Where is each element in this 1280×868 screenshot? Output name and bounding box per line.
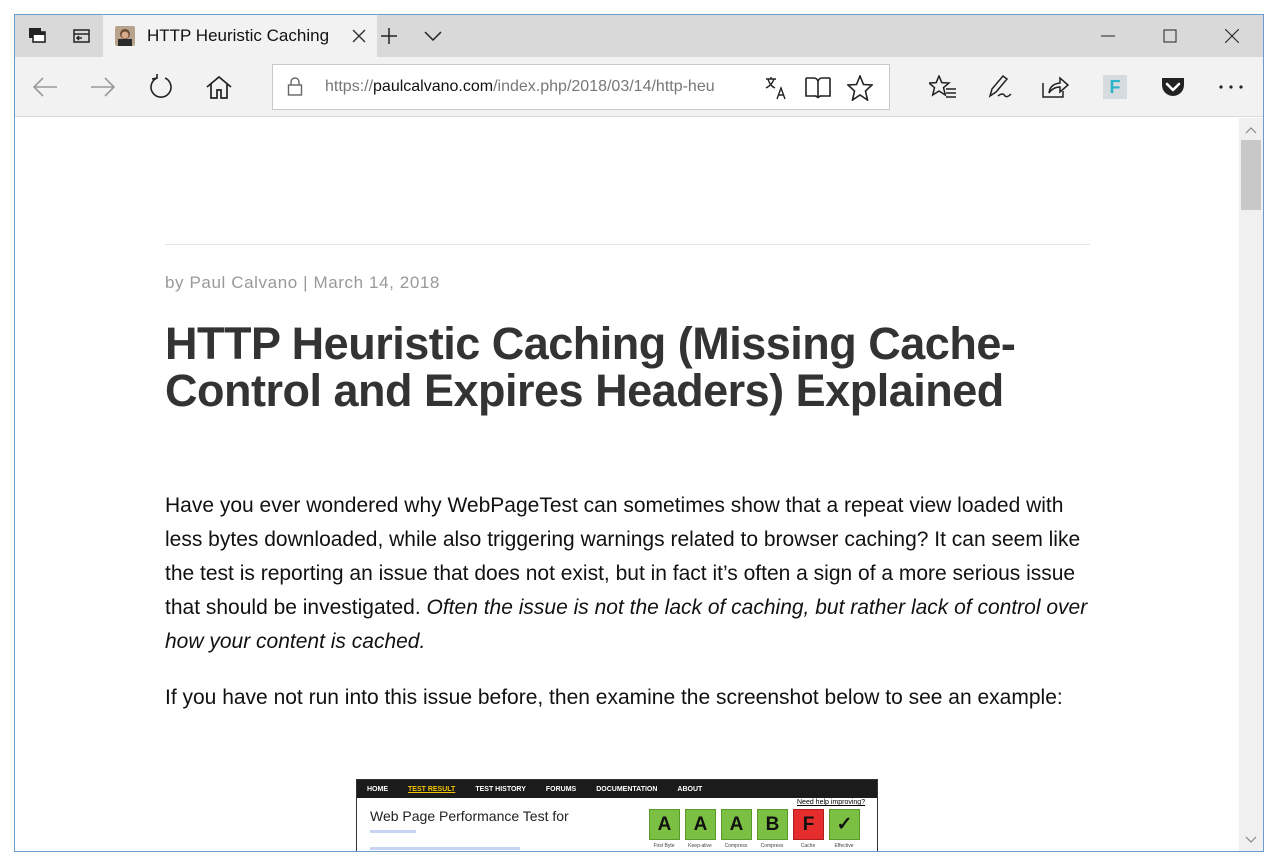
plus-icon [381, 28, 397, 44]
grade-compress-transfer: A [721, 809, 752, 840]
screenshot-menu-item: FORUMS [545, 785, 577, 793]
url-domain: paulcalvano.com [373, 78, 494, 95]
grade-keep-alive: A [685, 809, 716, 840]
back-arrow-icon [32, 77, 57, 97]
chevron-down-icon [424, 31, 442, 41]
grade-label: Cache [800, 843, 816, 849]
screenshot-title: Web Page Performance Test for [370, 808, 569, 824]
blurred-text [370, 830, 416, 833]
pocket-icon [1162, 78, 1184, 96]
set-aside-tabs-button[interactable] [59, 15, 103, 57]
forward-arrow-icon [91, 77, 116, 97]
add-favorite-button[interactable] [845, 73, 875, 103]
webpagetest-screenshot: HOME TEST RESULT TEST HISTORY FORUMS DOC… [356, 779, 878, 851]
tab-actions-button[interactable] [15, 15, 59, 57]
maximize-button[interactable] [1139, 15, 1201, 57]
minimize-button[interactable] [1077, 15, 1139, 57]
scrollbar-thumb[interactable] [1241, 140, 1261, 210]
grade-first-byte: A [649, 809, 680, 840]
translate-icon [765, 77, 786, 100]
home-icon [206, 75, 232, 99]
grade-effective-cdn: ✓ [829, 809, 860, 840]
refresh-button[interactable] [141, 67, 181, 107]
screenshot-menu-item: ABOUT [677, 785, 703, 793]
grade-label: Compress [724, 843, 748, 849]
tab-active[interactable]: HTTP Heuristic Caching [103, 15, 377, 57]
pen-icon [988, 74, 1012, 98]
window-close-button[interactable] [1201, 15, 1263, 57]
close-icon [352, 29, 366, 43]
article-title: HTTP Heuristic Caching (Missing Cache-Co… [165, 318, 1016, 416]
screenshot-menu-item: HOME [367, 785, 388, 793]
translate-button[interactable] [761, 73, 791, 103]
tab-actions-icon [29, 28, 46, 43]
share-button[interactable] [1035, 67, 1075, 107]
screenshot-menu: HOME TEST RESULT TEST HISTORY FORUMS DOC… [357, 780, 877, 798]
more-icon [1219, 85, 1243, 89]
screenshot-help-link: Need help improving? [797, 799, 866, 806]
screenshot-menu-item: DOCUMENTATION [596, 785, 658, 793]
refresh-icon [150, 74, 172, 98]
close-icon [1225, 29, 1239, 43]
scroll-up-button[interactable] [1243, 122, 1259, 138]
share-icon [1042, 76, 1069, 98]
favorites-hub-button[interactable] [923, 67, 963, 107]
article-byline: by Paul Calvano | March 14, 2018 [165, 273, 440, 292]
blurred-text [370, 847, 520, 850]
set-aside-tabs-icon [73, 29, 90, 43]
pocket-button[interactable] [1153, 67, 1193, 107]
home-button[interactable] [199, 67, 239, 107]
screenshot-menu-item: TEST RESULT [408, 785, 456, 793]
grade-cache: F [793, 809, 824, 840]
divider [165, 244, 1090, 245]
grade-label: Effective [834, 843, 854, 849]
star-icon [847, 75, 873, 101]
url-prefix: https:// [325, 78, 374, 95]
chevron-down-icon [1245, 836, 1257, 843]
url-path: /index.php/2018/03/14/http-heu [493, 78, 715, 95]
address-bar[interactable]: https://paulcalvano.com/index.php/2018/0… [272, 64, 890, 110]
web-note-button[interactable] [979, 67, 1019, 107]
vertical-scrollbar[interactable] [1239, 118, 1263, 851]
navigation-bar: https://paulcalvano.com/index.php/2018/0… [15, 57, 1263, 117]
tab-title: HTTP Heuristic Caching [147, 26, 330, 45]
article-paragraph-1: Have you ever wondered why WebPageTest c… [165, 489, 1095, 659]
scroll-down-button[interactable] [1243, 832, 1259, 848]
maximize-icon [1163, 29, 1177, 43]
grade-label: Compress [760, 843, 784, 849]
tab-bar: HTTP Heuristic Caching [15, 15, 1263, 57]
tab-preview-button[interactable] [411, 15, 455, 57]
forward-button[interactable] [83, 67, 123, 107]
minimize-icon [1101, 35, 1115, 37]
screenshot-menu-item: TEST HISTORY [475, 785, 526, 793]
chevron-up-icon [1245, 127, 1257, 134]
url-text[interactable]: https://paulcalvano.com/index.php/2018/0… [325, 65, 755, 109]
grade-compress-images: B [757, 809, 788, 840]
grade-label: Keep-alive [688, 843, 712, 849]
reading-view-button[interactable] [803, 73, 833, 103]
more-button[interactable] [1211, 67, 1251, 107]
lock-icon [287, 77, 303, 96]
extension-f-icon: F [1103, 75, 1127, 99]
reading-view-icon [805, 77, 831, 99]
browser-window: HTTP Heuristic Caching https://paulcalva… [14, 14, 1264, 852]
new-tab-button[interactable] [367, 15, 411, 57]
extension-f-button[interactable]: F [1095, 67, 1135, 107]
back-button[interactable] [25, 67, 65, 107]
author-avatar-icon [115, 26, 135, 46]
favorites-list-icon [929, 75, 956, 98]
grade-label: First Byte [653, 843, 675, 849]
tab-close-button[interactable] [349, 26, 369, 46]
article-paragraph-2: If you have not run into this issue befo… [165, 686, 1063, 709]
page-viewport: by Paul Calvano | March 14, 2018 HTTP He… [15, 118, 1239, 851]
